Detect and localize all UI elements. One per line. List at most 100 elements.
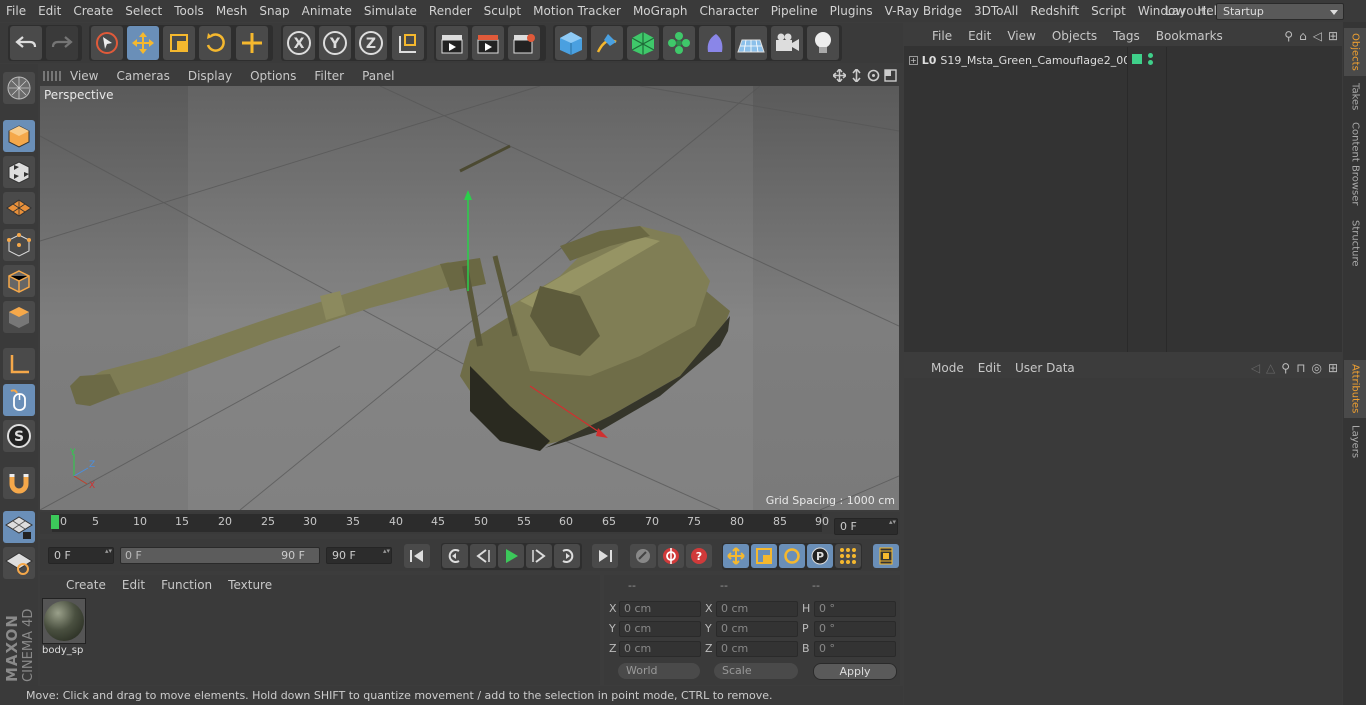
make-editable-button[interactable] xyxy=(3,72,35,104)
material-menu-texture[interactable]: Texture xyxy=(220,578,280,592)
menu-script[interactable]: Script xyxy=(1085,0,1132,22)
x-axis-lock-button[interactable]: X xyxy=(283,26,315,60)
attributes-menu-edit[interactable]: Edit xyxy=(971,361,1008,375)
apply-button[interactable]: Apply xyxy=(813,663,897,680)
object-home-icon[interactable]: ⌂ xyxy=(1299,29,1307,43)
viewport-menu-view[interactable]: View xyxy=(61,69,107,83)
record-active-objects-button[interactable] xyxy=(630,544,656,568)
live-selection-button[interactable] xyxy=(91,26,123,60)
key-pla-button[interactable] xyxy=(835,544,861,568)
menu-create[interactable]: Create xyxy=(67,0,119,22)
viewport-menu-cameras[interactable]: Cameras xyxy=(107,69,178,83)
magnet-button[interactable] xyxy=(3,467,35,499)
deformer-button[interactable] xyxy=(699,26,731,60)
position-y-field[interactable]: 0 cm xyxy=(619,621,701,637)
undo-button[interactable] xyxy=(10,26,42,60)
edges-mode-button[interactable] xyxy=(3,265,35,297)
position-x-field[interactable]: 0 cm xyxy=(619,601,701,617)
tab-takes[interactable]: Takes xyxy=(1344,80,1366,114)
menu-animate[interactable]: Animate xyxy=(296,0,358,22)
snap-toggle-button[interactable]: S xyxy=(3,420,35,452)
rotate-tool-button[interactable] xyxy=(199,26,231,60)
viewport-menu-display[interactable]: Display xyxy=(179,69,241,83)
cube-primitive-button[interactable] xyxy=(555,26,587,60)
menu-mesh[interactable]: Mesh xyxy=(210,0,254,22)
move-tool-button[interactable] xyxy=(127,26,159,60)
render-view-button[interactable] xyxy=(436,26,468,60)
viewport-menu-filter[interactable]: Filter xyxy=(305,69,353,83)
object-search-icon[interactable]: ⚲ xyxy=(1284,29,1293,43)
perspective-viewport[interactable]: Perspective Y Z X Grid Spacing : 1000 cm xyxy=(40,86,899,510)
keyframe-selection-button[interactable]: ? xyxy=(686,544,712,568)
attributes-new-panel-icon[interactable]: ⊞ xyxy=(1328,361,1338,375)
previous-frame-button[interactable] xyxy=(470,544,496,568)
attributes-menu-mode[interactable]: Mode xyxy=(924,361,971,375)
current-frame-field[interactable]: 0 F xyxy=(834,518,898,535)
object-back-icon[interactable]: ◁ xyxy=(1313,29,1322,43)
workplane-lock-button[interactable] xyxy=(3,511,35,543)
next-frame-button[interactable] xyxy=(526,544,552,568)
object-row[interactable]: + L0 S19_Msta_Green_Camouflage2_001 xyxy=(904,51,1137,69)
render-visibility-dot[interactable] xyxy=(1148,60,1153,65)
spline-pen-button[interactable] xyxy=(591,26,623,60)
menu-redshift[interactable]: Redshift xyxy=(1024,0,1085,22)
material-menu-function[interactable]: Function xyxy=(153,578,220,592)
rotation-p-field[interactable]: 0 ° xyxy=(814,621,896,637)
coordinate-system-button[interactable] xyxy=(392,26,424,60)
scale-tool-button[interactable] xyxy=(163,26,195,60)
menu-snap[interactable]: Snap xyxy=(253,0,295,22)
rotation-b-field[interactable]: 0 ° xyxy=(814,641,896,657)
layer-color-swatch[interactable] xyxy=(1132,54,1142,64)
points-mode-button[interactable] xyxy=(3,229,35,261)
coordinate-space-select[interactable]: World xyxy=(618,663,700,679)
viewport-menu-panel[interactable]: Panel xyxy=(353,69,403,83)
menu-3dtoall[interactable]: 3DToAll xyxy=(968,0,1024,22)
redo-button[interactable] xyxy=(46,26,78,60)
menu-character[interactable]: Character xyxy=(693,0,764,22)
y-axis-lock-button[interactable]: Y xyxy=(319,26,351,60)
object-new-panel-icon[interactable]: ⊞ xyxy=(1328,29,1338,43)
menu-select[interactable]: Select xyxy=(119,0,168,22)
size-y-field[interactable]: 0 cm xyxy=(716,621,798,637)
position-z-field[interactable]: 0 cm xyxy=(619,641,701,657)
menu-pipeline[interactable]: Pipeline xyxy=(765,0,824,22)
expand-icon[interactable]: + xyxy=(909,55,918,65)
floor-button[interactable] xyxy=(735,26,767,60)
timeline-ruler[interactable]: 0 5 10 15 20 25 30 35 40 45 50 55 60 65 … xyxy=(40,512,900,535)
size-mode-select[interactable]: Scale xyxy=(714,663,798,679)
timeline-window-button[interactable] xyxy=(873,544,899,568)
axis-mode-button[interactable] xyxy=(3,348,35,380)
object-menu-bookmarks[interactable]: Bookmarks xyxy=(1148,29,1231,43)
menu-edit[interactable]: Edit xyxy=(32,0,67,22)
light-button[interactable] xyxy=(807,26,839,60)
key-rotation-button[interactable] xyxy=(779,544,805,568)
menu-simulate[interactable]: Simulate xyxy=(358,0,423,22)
autokeying-button[interactable] xyxy=(658,544,684,568)
viewport-zoom-icon[interactable] xyxy=(850,69,863,82)
viewport-pan-icon[interactable] xyxy=(833,69,846,82)
attributes-search-icon[interactable]: ⚲ xyxy=(1281,361,1290,375)
planar-workplane-button[interactable] xyxy=(3,547,35,579)
go-to-start-button[interactable] xyxy=(404,544,430,568)
frame-range-slider[interactable]: 0 F 90 F xyxy=(120,547,320,564)
attributes-target-icon[interactable]: ◎ xyxy=(1311,361,1321,375)
attributes-back-icon[interactable]: ◁ xyxy=(1251,361,1260,375)
viewport-maximize-icon[interactable] xyxy=(884,69,897,82)
render-to-picture-viewer-button[interactable] xyxy=(472,26,504,60)
editor-visibility-dot[interactable] xyxy=(1148,53,1153,58)
end-frame-field[interactable]: 90 F xyxy=(326,547,392,564)
key-scale-button[interactable] xyxy=(751,544,777,568)
menu-vray-bridge[interactable]: V-Ray Bridge xyxy=(879,0,968,22)
start-frame-field[interactable]: 0 F xyxy=(48,547,114,564)
tweak-mode-button[interactable] xyxy=(3,384,35,416)
cloner-button[interactable] xyxy=(663,26,695,60)
tab-objects[interactable]: Objects xyxy=(1344,28,1366,76)
menu-file[interactable]: File xyxy=(0,0,32,22)
viewport-rotate-icon[interactable] xyxy=(867,69,880,82)
play-button[interactable] xyxy=(498,544,524,568)
next-key-button[interactable] xyxy=(554,544,580,568)
workplane-mode-button[interactable] xyxy=(3,192,35,224)
tab-structure[interactable]: Structure xyxy=(1344,214,1366,272)
polygons-mode-button[interactable] xyxy=(3,301,35,333)
object-menu-view[interactable]: View xyxy=(999,29,1043,43)
